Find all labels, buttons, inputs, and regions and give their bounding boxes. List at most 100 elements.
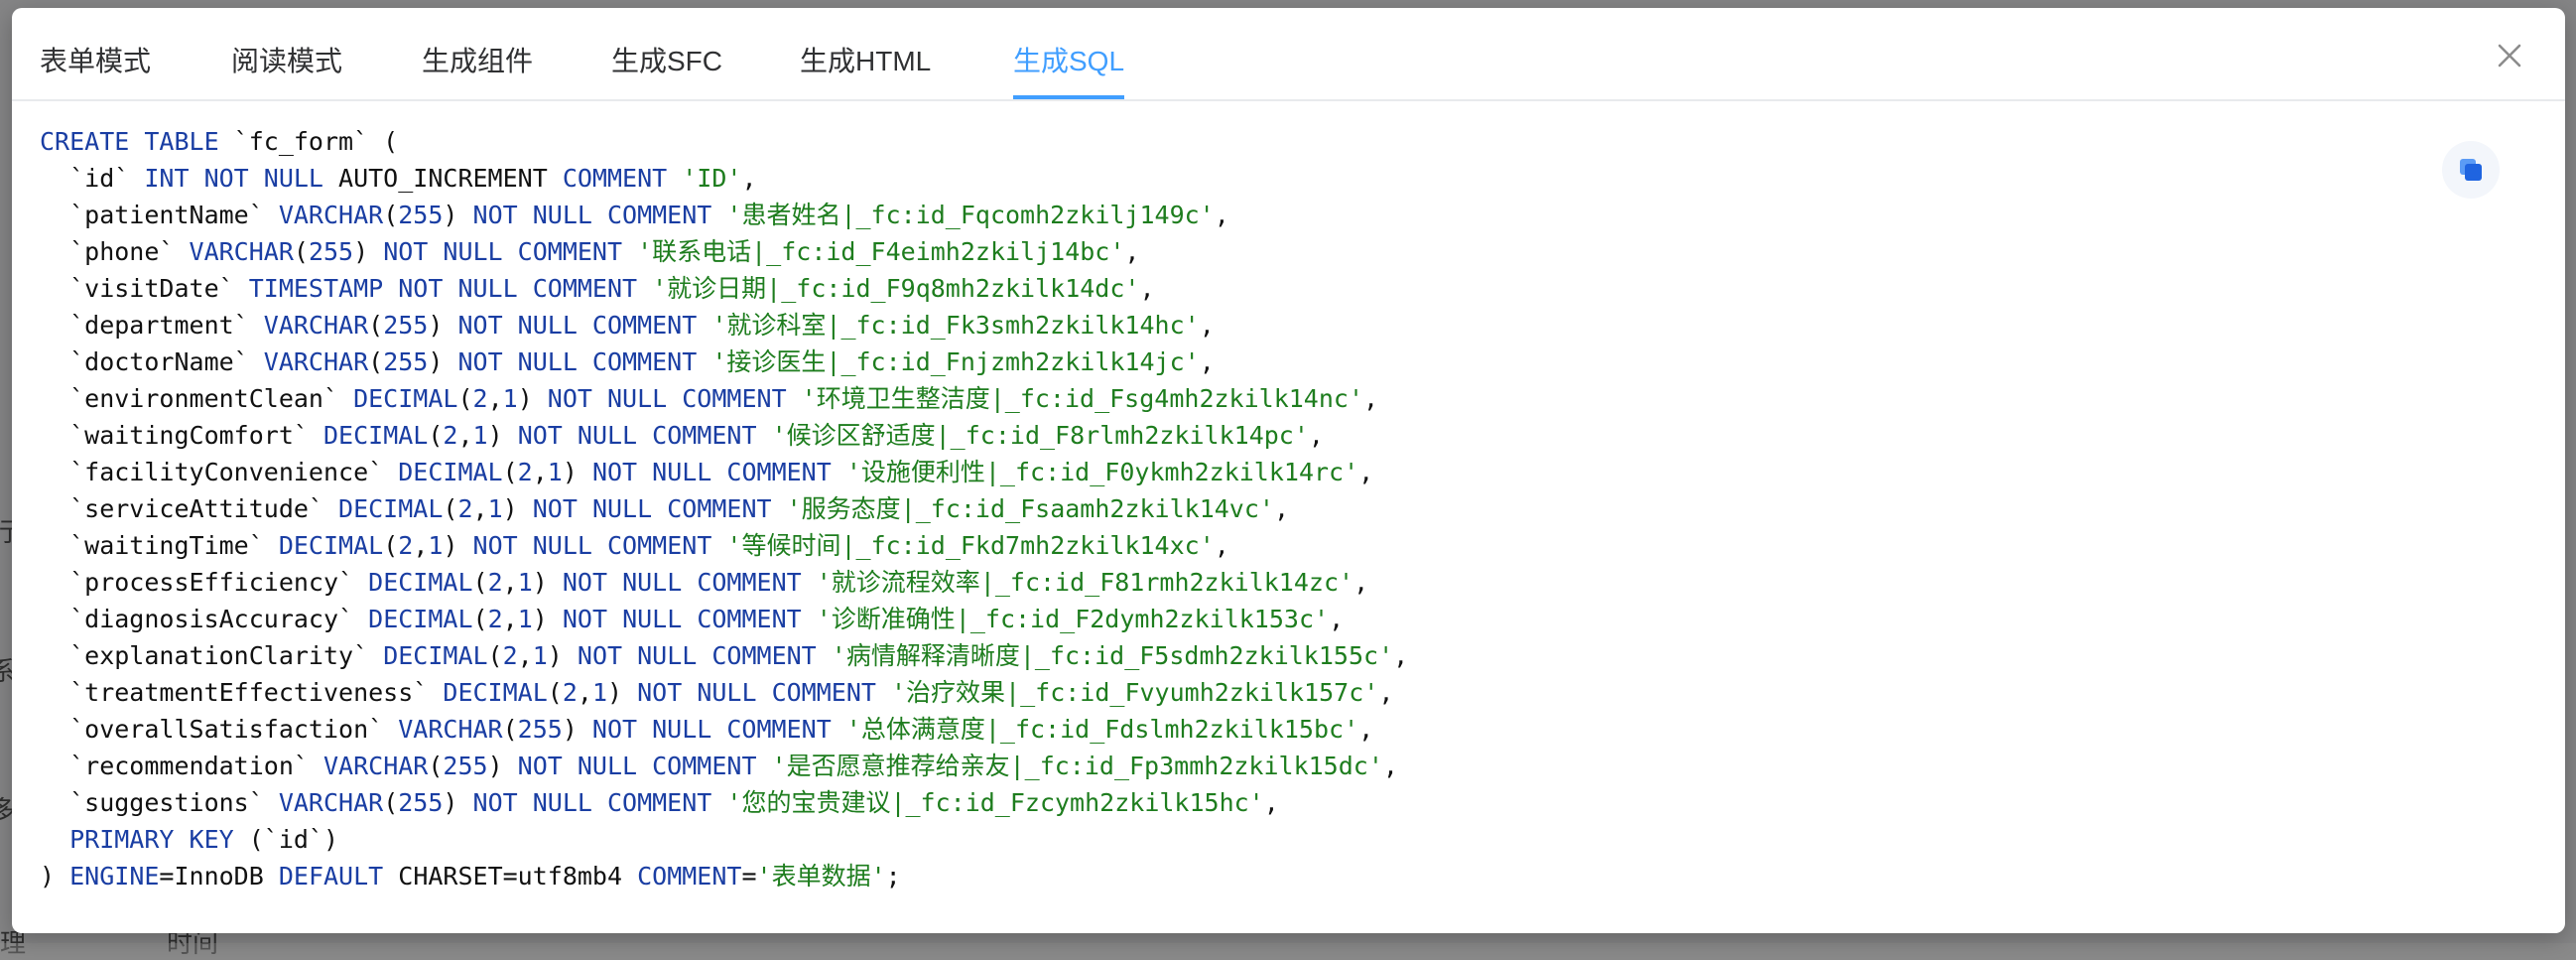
sql-column-line: `doctorName` VARCHAR(255) NOT NULL COMME… xyxy=(40,343,2426,380)
code-token: ( xyxy=(368,311,384,340)
tab-bar: 表单模式 阅读模式 生成组件 生成SFC 生成HTML 生成SQL xyxy=(12,8,2565,101)
code-token: NOT NULL COMMENT xyxy=(532,494,787,523)
code-token: ) xyxy=(502,494,533,523)
sql-column-line: `id` INT NOT NULL AUTO_INCREMENT COMMENT… xyxy=(40,160,2426,197)
active-tab-indicator xyxy=(1013,95,1124,99)
code-token: '候诊区舒适度|_fc:id_F8rlmh2zkilk14pc' xyxy=(771,421,1309,450)
tab-generate-component[interactable]: 生成组件 xyxy=(422,42,533,81)
code-token: ( xyxy=(547,678,563,707)
tab-read-mode[interactable]: 阅读模式 xyxy=(231,42,342,81)
code-token: `diagnosisAccuracy` xyxy=(40,605,369,633)
code-token: NOT NULL COMMENT xyxy=(562,568,817,597)
code-token: `fc_form` ( xyxy=(233,127,399,156)
code-token: 1 xyxy=(428,531,444,560)
code-token: NOT NULL COMMENT xyxy=(591,715,846,744)
code-token: ) xyxy=(428,347,458,376)
code-token: 255 xyxy=(398,788,444,817)
code-token: , xyxy=(1382,752,1398,780)
code-token: 2 xyxy=(562,678,578,707)
code-token: '等候时间|_fc:id_Fkd7mh2zkilk14xc' xyxy=(726,531,1215,560)
code-token: VARCHAR xyxy=(278,788,384,817)
sql-column-line: `serviceAttitude` DECIMAL(2,1) NOT NULL … xyxy=(40,490,2426,527)
code-token: ) xyxy=(40,862,70,891)
code-token: '接诊医生|_fc:id_Fnjzmh2zkilk14jc' xyxy=(711,347,1200,376)
code-token: 1 xyxy=(502,384,518,413)
code-token: '您的宝贵建议|_fc:id_Fzcymh2zkilk15hc' xyxy=(726,788,1264,817)
code-token: 255 xyxy=(398,201,444,229)
code-token: `visitDate` xyxy=(40,274,249,303)
sql-preview-dialog: 表单模式 阅读模式 生成组件 生成SFC 生成HTML 生成SQL CREATE… xyxy=(12,8,2565,933)
code-token: NOT NULL COMMENT xyxy=(637,678,891,707)
code-token: , xyxy=(1358,458,1374,486)
code-token: , xyxy=(1329,605,1345,633)
tab-generate-html[interactable]: 生成HTML xyxy=(800,42,931,81)
sql-column-line: `recommendation` VARCHAR(255) NOT NULL C… xyxy=(40,748,2426,784)
sql-column-line: `department` VARCHAR(255) NOT NULL COMME… xyxy=(40,307,2426,343)
code-token: , xyxy=(487,384,503,413)
code-token: '就诊流程效率|_fc:id_F81rmh2zkilk14zc' xyxy=(816,568,1354,597)
code-token: , xyxy=(1378,678,1394,707)
code-token: , xyxy=(1263,788,1279,817)
code-token: ) xyxy=(532,568,563,597)
code-token: `overallSatisfaction` xyxy=(40,715,399,744)
copy-button[interactable] xyxy=(2442,141,2500,199)
code-token: 1 xyxy=(591,678,607,707)
code-token: NOT NULL COMMENT xyxy=(591,458,846,486)
code-token: `id` xyxy=(40,164,145,193)
code-token: ) xyxy=(562,458,592,486)
code-token: ( xyxy=(457,384,473,413)
code-token: DECIMAL xyxy=(368,605,473,633)
tab-generate-sfc[interactable]: 生成SFC xyxy=(611,42,722,81)
code-token: DECIMAL xyxy=(278,531,384,560)
code-token: 1 xyxy=(517,605,533,633)
code-token: 255 xyxy=(517,715,563,744)
code-token: `phone` xyxy=(40,237,190,266)
code-token: ( xyxy=(443,494,458,523)
code-token: 2 xyxy=(398,531,414,560)
code-token: (`id`) xyxy=(248,825,339,854)
code-token: NOT NULL COMMENT xyxy=(457,347,712,376)
code-token: '设施便利性|_fc:id_F0ykmh2zkilk14rc' xyxy=(845,458,1359,486)
sql-column-line: `environmentClean` DECIMAL(2,1) NOT NULL… xyxy=(40,380,2426,417)
code-token: VARCHAR xyxy=(322,752,429,780)
code-token: ) xyxy=(547,641,578,670)
code-token: ( xyxy=(368,347,384,376)
code-token: NOT NULL COMMENT xyxy=(472,788,727,817)
code-token: 2 xyxy=(472,384,488,413)
code-token: ) xyxy=(487,752,518,780)
code-token: , xyxy=(1199,347,1215,376)
code-token: VARCHAR xyxy=(189,237,294,266)
code-token: VARCHAR xyxy=(278,201,384,229)
tab-generate-sql[interactable]: 生成SQL xyxy=(1013,42,1124,81)
code-token: '就诊日期|_fc:id_F9q8mh2zkilk14dc' xyxy=(652,274,1140,303)
code-token: COMMENT xyxy=(637,862,742,891)
code-token: ( xyxy=(472,605,488,633)
sql-column-line: `treatmentEffectiveness` DECIMAL(2,1) NO… xyxy=(40,674,2426,711)
code-token: 255 xyxy=(308,237,354,266)
code-token: NOT NULL COMMENT xyxy=(562,605,817,633)
code-token: ( xyxy=(502,458,518,486)
sql-column-line: `waitingComfort` DECIMAL(2,1) NOT NULL C… xyxy=(40,417,2426,454)
code-token: ( xyxy=(383,788,399,817)
code-token: DECIMAL xyxy=(443,678,548,707)
code-token: NOT NULL COMMENT xyxy=(383,237,638,266)
code-token: 1 xyxy=(532,641,548,670)
code-token: NOT NULL COMMENT xyxy=(517,421,772,450)
close-button[interactable] xyxy=(2492,38,2527,73)
sql-column-line: `facilityConvenience` DECIMAL(2,1) NOT N… xyxy=(40,454,2426,490)
copy-icon xyxy=(2460,159,2482,181)
code-token: ( xyxy=(383,531,399,560)
code-token: NOT NULL COMMENT xyxy=(472,531,727,560)
code-token: '患者姓名|_fc:id_Fqcomh2zkilj149c' xyxy=(726,201,1215,229)
tab-form-mode[interactable]: 表单模式 xyxy=(40,42,151,81)
code-token: '服务态度|_fc:id_Fsaamh2zkilk14vc' xyxy=(786,494,1274,523)
code-token: ) xyxy=(443,531,473,560)
code-token: INT NOT NULL xyxy=(144,164,339,193)
code-token: ) xyxy=(428,311,458,340)
close-icon xyxy=(2498,44,2521,68)
code-token: , xyxy=(1199,311,1215,340)
code-token: , xyxy=(502,568,518,597)
sql-column-line: `phone` VARCHAR(255) NOT NULL COMMENT '联… xyxy=(40,233,2426,270)
code-token: ) xyxy=(443,788,473,817)
